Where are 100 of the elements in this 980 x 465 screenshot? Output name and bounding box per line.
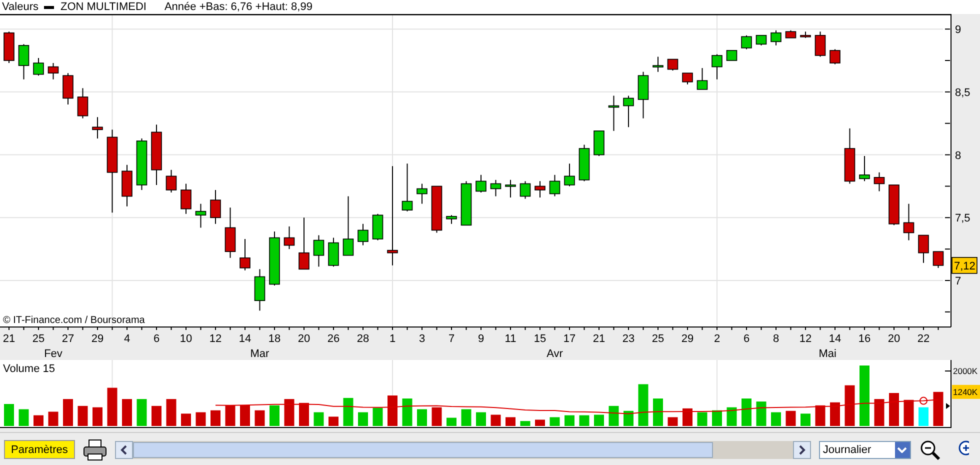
date-label: 21 — [2, 333, 16, 345]
date-label: 27 — [62, 333, 74, 345]
period-select[interactable]: Journalier — [818, 440, 911, 458]
candlestick — [358, 223, 368, 246]
candlestick — [195, 203, 206, 228]
month-label: Avr — [546, 348, 563, 360]
month-label: Mar — [250, 348, 270, 360]
date-label: 20 — [298, 333, 310, 345]
candlestick — [932, 251, 944, 268]
candlestick — [166, 169, 177, 193]
last-volume-tag: 1240K — [952, 384, 980, 399]
candlestick — [859, 156, 870, 182]
date-label: 1 — [389, 333, 396, 345]
candlestick — [18, 44, 30, 80]
candlestick — [151, 124, 162, 186]
legend-swatch-icon — [44, 6, 54, 8]
candlestick — [48, 62, 59, 80]
candlestick — [62, 72, 74, 105]
printer-icon[interactable] — [82, 438, 107, 460]
date-label: 10 — [180, 333, 192, 345]
candlestick — [667, 58, 678, 72]
date-label: 25 — [32, 333, 45, 345]
candlestick — [254, 268, 266, 312]
date-label: 12 — [209, 333, 222, 345]
candlestick — [682, 72, 693, 85]
date-label: 15 — [534, 333, 546, 345]
candlestick — [918, 234, 929, 264]
date-label: 2 — [714, 333, 720, 345]
candlestick — [284, 226, 295, 250]
candlestick — [416, 183, 428, 204]
candlestick — [505, 179, 516, 198]
date-label: 25 — [652, 333, 664, 345]
candlestick — [903, 203, 914, 241]
candlestick — [874, 172, 885, 192]
volume-title: Volume 15 — [3, 363, 55, 375]
candlestick — [578, 144, 590, 182]
candlestick — [77, 88, 88, 119]
candlestick — [372, 213, 384, 241]
candlestick — [785, 30, 796, 38]
candlestick — [476, 174, 486, 193]
date-label: 26 — [327, 333, 340, 345]
candlestick — [431, 186, 442, 234]
date-label: 16 — [858, 333, 871, 345]
candlestick — [490, 179, 502, 197]
candlestick — [342, 196, 354, 256]
settings-button[interactable]: Paramètres — [4, 440, 75, 459]
date-label: 22 — [917, 333, 930, 345]
scroll-thumb[interactable] — [132, 442, 713, 458]
date-label: 7 — [448, 333, 455, 345]
candlestick — [712, 54, 722, 80]
candlestick — [756, 34, 767, 46]
date-label: 23 — [622, 333, 635, 345]
candlestick — [844, 128, 856, 184]
candlestick — [608, 95, 620, 132]
date-label: 14 — [828, 333, 842, 345]
candlestick — [460, 180, 472, 226]
candlestick — [328, 237, 339, 268]
date-label: 11 — [504, 333, 516, 345]
date-label: 9 — [478, 333, 484, 345]
candlestick — [4, 31, 14, 64]
scroll-right-icon[interactable] — [792, 440, 811, 458]
candlestick — [741, 34, 752, 50]
candlestick — [800, 31, 811, 38]
date-label: 6 — [153, 333, 160, 345]
price-axis-label: 7 — [955, 276, 962, 288]
candlestick — [888, 184, 900, 226]
date-label: 14 — [238, 333, 252, 345]
candlestick — [402, 163, 413, 212]
header-label: Valeurs — [2, 0, 38, 14]
date-label: 17 — [563, 333, 576, 345]
volume-axis-label: 2000K — [953, 366, 978, 376]
candlestick — [564, 163, 575, 187]
scroll-left-icon[interactable] — [114, 440, 133, 458]
candlestick — [33, 58, 44, 76]
candlestick — [136, 138, 148, 190]
candlestick — [814, 31, 826, 58]
candlestick — [313, 234, 324, 268]
candlestick — [652, 56, 664, 72]
date-label: 21 — [592, 333, 606, 345]
instrument-name: ZON MULTIMEDI — [60, 0, 146, 14]
candlestick — [623, 95, 634, 128]
candlestick — [594, 130, 604, 157]
price-axis-label: 8 — [955, 150, 962, 162]
candlestick — [830, 48, 840, 65]
date-label: 12 — [799, 333, 812, 345]
candlestick — [534, 180, 546, 198]
date-label: 8 — [772, 333, 780, 345]
horizontal-scrollbar[interactable] — [114, 440, 811, 458]
zoom-out-icon[interactable] — [918, 438, 941, 460]
candlestick — [726, 50, 738, 61]
candlestick — [638, 71, 649, 119]
candlestick — [520, 180, 531, 200]
candlestick — [770, 30, 782, 46]
month-label: Mai — [818, 348, 836, 360]
month-label: Fev — [44, 348, 62, 360]
candlestick — [122, 164, 132, 207]
candlestick — [549, 174, 560, 197]
candlestick — [210, 189, 221, 224]
source-credit: © IT-Finance.com / Boursorama — [3, 315, 145, 326]
candlestick — [92, 116, 103, 139]
